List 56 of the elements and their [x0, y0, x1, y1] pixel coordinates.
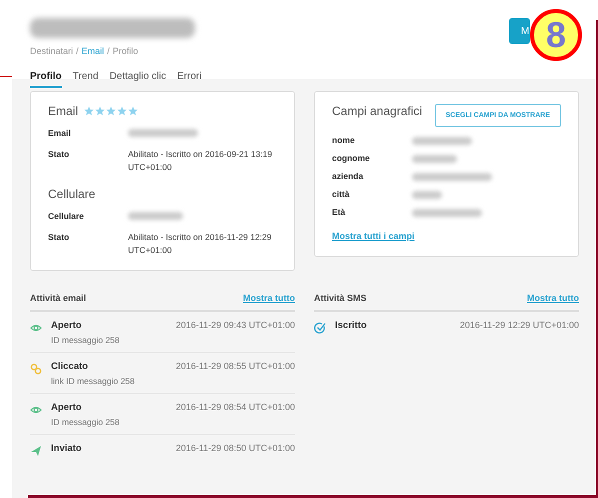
activity-title: Aperto — [51, 320, 83, 331]
star-icon — [84, 106, 94, 116]
activity-title: Cliccato — [51, 360, 89, 372]
breadcrumb-item: Destinatari — [30, 46, 74, 56]
breadcrumb-link[interactable]: Email — [82, 46, 104, 56]
section-title: Cellulare — [48, 186, 96, 201]
activity-time: 2016-11-29 08:55 UTC+01:00 — [176, 360, 295, 371]
star-icon — [106, 106, 116, 116]
field-label: Stato — [48, 148, 70, 162]
card-title: Campi anagrafici — [332, 104, 422, 118]
field-value: Abilitato - Iscritto on 2016-09-21 13:19 UTC+01:00 — [128, 148, 274, 173]
activity-title: Aperto — [51, 402, 83, 413]
action-button[interactable]: M — [509, 18, 530, 44]
check-circle-icon — [314, 322, 326, 334]
tab[interactable]: Errori — [177, 71, 202, 88]
field-label: Cellulare — [48, 210, 85, 222]
field-label: cognome — [332, 153, 371, 163]
field-value: Abilitato - Iscritto on 2016-11-29 12:29 UTC+01:00 — [128, 231, 272, 256]
tab[interactable]: Dettaglio clic — [109, 71, 166, 88]
blurred-value — [412, 155, 457, 163]
field-label: Email — [48, 127, 72, 140]
show-all-link[interactable]: Mostra tutto — [527, 292, 579, 303]
star-icon — [128, 106, 138, 116]
activity-detail: ID messaggio 258 — [51, 416, 121, 427]
show-all-link[interactable]: Mostra tutto — [243, 292, 295, 303]
panel-title: Attività SMS — [314, 292, 367, 303]
activity-detail: link ID messaggio 258 — [51, 376, 136, 386]
blurred-value — [412, 191, 442, 199]
blurred-value — [128, 212, 183, 220]
breadcrumb-item: Profilo — [112, 46, 138, 56]
activity-time: 2016-11-29 09:43 UTC+01:00 — [176, 320, 295, 330]
activity-detail: ID messaggio 258 — [51, 334, 121, 345]
field-label: città — [332, 189, 350, 199]
blurred-value — [128, 129, 198, 137]
section-title: Email — [48, 104, 78, 118]
breadcrumb-separator: / — [107, 46, 110, 56]
field-label: azienda — [332, 171, 364, 181]
tab[interactable]: Trend — [72, 71, 98, 88]
blurred-value — [412, 209, 482, 217]
activity-title: Inviato — [51, 442, 83, 454]
field-label: Stato — [48, 231, 70, 244]
panel-title: Attività email — [30, 292, 86, 303]
star-icon — [117, 106, 128, 116]
activity-time: 2016-11-29 12:29 UTC+01:00 — [460, 320, 579, 330]
star-icon — [95, 106, 106, 116]
blurred-value — [412, 137, 472, 145]
show-all-fields-link[interactable]: Mostra tutti i campi — [332, 231, 415, 241]
link-icon — [30, 362, 42, 375]
activity-title: Iscritto — [335, 320, 368, 331]
field-label: Età — [332, 207, 346, 217]
breadcrumb-separator: / — [76, 46, 79, 56]
field-label: nome — [332, 135, 356, 145]
number-badge: 8 — [530, 9, 582, 61]
paper-plane-icon — [30, 444, 42, 457]
activity-time: 2016-11-29 08:54 UTC+01:00 — [176, 402, 295, 412]
activity-time: 2016-11-29 08:50 UTC+01:00 — [176, 442, 295, 453]
